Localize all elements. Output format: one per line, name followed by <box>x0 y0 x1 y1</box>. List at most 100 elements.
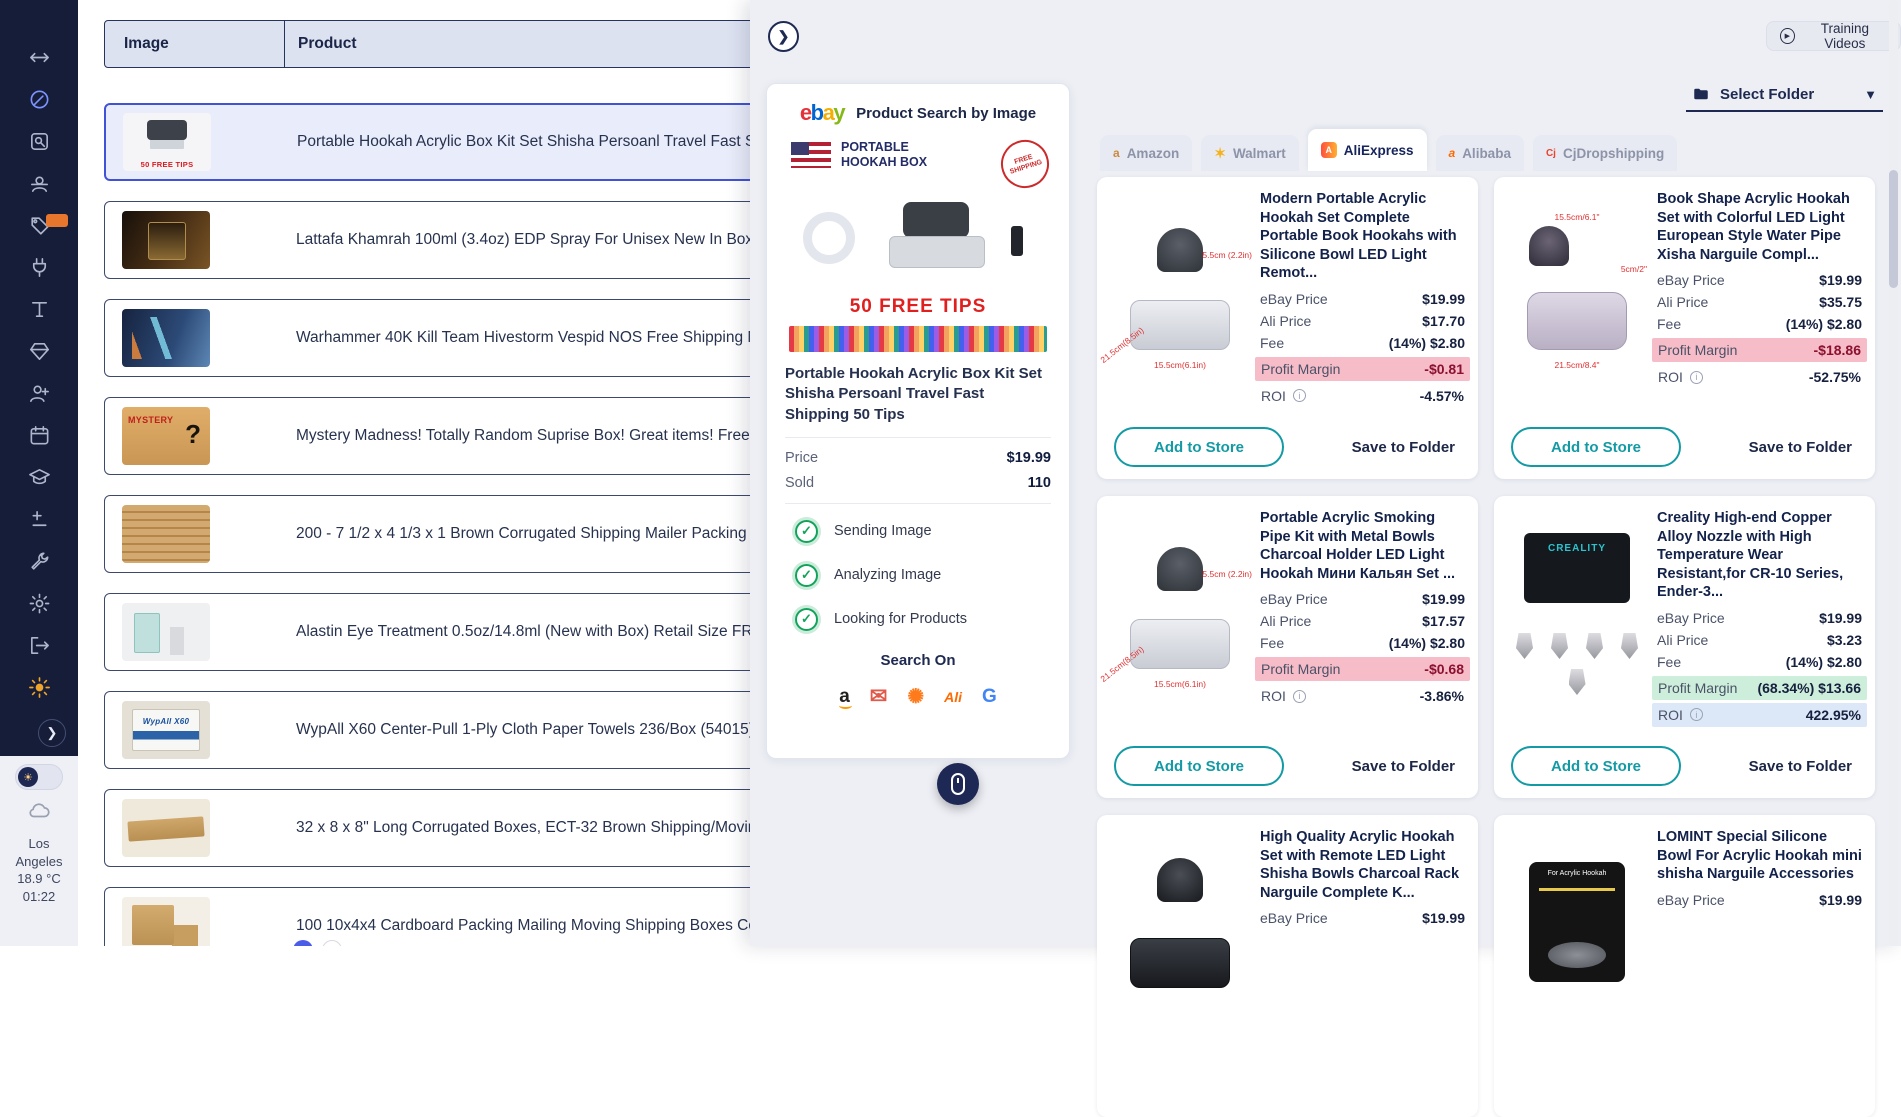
product-title: Warhammer 40K Kill Team Hivestorm Vespid… <box>296 329 750 346</box>
image-search-icon[interactable] <box>24 126 54 156</box>
alibaba-icon[interactable]: Ali <box>944 685 962 709</box>
training-videos-button[interactable]: ▶ Training Videos <box>1766 21 1901 51</box>
fee-label: Fee <box>1260 635 1285 652</box>
table-row[interactable]: 32 x 8 x 8" Long Corrugated Boxes, ECT-3… <box>104 789 750 867</box>
profit-calculator-icon[interactable] <box>24 504 54 534</box>
academy-icon[interactable] <box>24 462 54 492</box>
save-to-folder-button[interactable]: Save to Folder <box>1352 439 1455 456</box>
info-icon[interactable]: i <box>1689 708 1703 722</box>
info-icon[interactable]: i <box>1292 389 1306 403</box>
weather-city: Los Angeles <box>15 836 63 869</box>
info-icon[interactable]: i <box>1292 689 1306 703</box>
scroll-mouse-button[interactable] <box>937 763 979 805</box>
profit-margin-value: -$18.86 <box>1813 342 1861 359</box>
us-flag <box>791 142 831 168</box>
searched-product-image: PORTABLE HOOKAH BOX FREE SHIPPING 50 FRE… <box>785 133 1056 352</box>
web-search-icon[interactable]: ◎ <box>293 940 313 946</box>
amazon-icon[interactable]: a <box>839 685 852 709</box>
mouse-icon <box>951 773 965 795</box>
select-folder-label: Select Folder <box>1720 85 1815 103</box>
amazon-icon[interactable]: a <box>322 940 342 946</box>
scrollbar-thumb[interactable] <box>1889 170 1898 288</box>
title-builder-icon[interactable] <box>24 294 54 324</box>
thumbnail-text: WypAll X60 <box>142 717 190 726</box>
ebay-price-row: eBay Price $19.99 <box>1657 889 1862 911</box>
sidebar-expand-chevron-icon[interactable]: ❯ <box>38 719 66 747</box>
profile-add-icon[interactable] <box>24 378 54 408</box>
table-row[interactable]: Alastin Eye Treatment 0.5oz/14.8ml (New … <box>104 593 750 671</box>
google-icon[interactable]: G <box>982 685 997 709</box>
pen-logo-icon[interactable] <box>24 84 54 114</box>
check-icon: ✓ <box>795 563 818 587</box>
table-row[interactable]: 200 - 7 1/2 x 4 1/3 x 1 Brown Corrugated… <box>104 495 750 573</box>
table-rows: 50 FREE TIPS Portable Hookah Acrylic Box… <box>104 103 750 946</box>
ebay-price-value: $19.99 <box>1819 272 1862 289</box>
add-to-store-button[interactable]: Add to Store <box>1114 427 1284 467</box>
logout-icon[interactable] <box>24 630 54 660</box>
image-big-text: 50 FREE TIPS <box>849 296 987 317</box>
table-row[interactable]: MYSTERY Mystery Madness! Totally Random … <box>104 397 750 475</box>
walmart-icon: ✶ <box>1214 144 1226 161</box>
check-icon: ✓ <box>795 607 818 631</box>
save-to-folder-button[interactable]: Save to Folder <box>1352 758 1455 775</box>
folder-icon <box>1694 88 1708 100</box>
info-icon[interactable]: i <box>1689 370 1703 384</box>
step-looking-for-products: ✓ Looking for Products <box>795 607 1051 631</box>
row-marketplace-icons: ◎ a <box>293 940 342 946</box>
theme-toggle[interactable]: ☀ <box>15 764 63 790</box>
ebay-price-value: $19.99 <box>1422 290 1465 307</box>
product-title: Lattafa Khamrah 100ml (3.4oz) EDP Spray … <box>296 231 750 248</box>
step-label: Looking for Products <box>834 611 967 628</box>
table-row[interactable]: WypAll X60 WypAll X60 Center-Pull 1-Ply … <box>104 691 750 769</box>
tools-icon[interactable] <box>24 546 54 576</box>
ali-price-label: Ali Price <box>1657 631 1709 648</box>
tab-alibaba[interactable]: a Alibaba <box>1435 135 1524 171</box>
tab-label: CjDropshipping <box>1562 145 1665 161</box>
table-row[interactable]: 100 10x4x4 Cardboard Packing Mailing Mov… <box>104 887 750 946</box>
sidebar-bottom: ☀ Los Angeles 18.9 °C 01:22 <box>0 756 78 946</box>
add-to-store-button[interactable]: Add to Store <box>1511 746 1681 786</box>
select-folder-dropdown[interactable]: Select Folder ▼ <box>1686 78 1883 112</box>
chevron-down-icon: ▼ <box>1864 86 1877 102</box>
connector-icon[interactable] <box>24 252 54 282</box>
calendar-icon[interactable] <box>24 420 54 450</box>
aliexpress-icon[interactable]: ✺ <box>907 685 924 709</box>
ebay-price-label: eBay Price <box>1260 290 1328 307</box>
panel-header: ebay Product Search by Image <box>785 100 1051 126</box>
add-to-store-button[interactable]: Add to Store <box>1114 746 1284 786</box>
settings-gear-icon[interactable] <box>24 588 54 618</box>
fee-label: Fee <box>1657 653 1682 670</box>
ali-price-row: Ali Price $35.75 <box>1657 291 1862 313</box>
product-thumbnail <box>122 799 210 857</box>
ebay-price-label: eBay Price <box>1260 910 1328 927</box>
fee-label: Fee <box>1657 316 1682 333</box>
table-row[interactable]: 50 FREE TIPS Portable Hookah Acrylic Box… <box>104 103 750 181</box>
tab-aliexpress[interactable]: A AliExpress <box>1307 129 1427 171</box>
table-row[interactable]: Warhammer 40K Kill Team Hivestorm Vespid… <box>104 299 750 377</box>
tab-amazon[interactable]: a Amazon <box>1100 135 1193 171</box>
result-title: Creality High-end Copper Alloy Nozzle wi… <box>1657 510 1844 601</box>
save-to-folder-button[interactable]: Save to Folder <box>1749 758 1852 775</box>
step-label: Sending Image <box>834 523 932 540</box>
mail-icon[interactable]: ✉ <box>870 685 888 709</box>
save-to-folder-button[interactable]: Save to Folder <box>1749 439 1852 456</box>
profit-margin-row: Profit Margin -$0.81 <box>1255 356 1470 381</box>
width-measure-icon[interactable] <box>24 42 54 72</box>
fee-value: (14%) $2.80 <box>1785 316 1862 333</box>
add-to-store-button[interactable]: Add to Store <box>1511 427 1681 467</box>
product-table: Image Product 50 FREE TIPS Portable Hook… <box>78 0 750 946</box>
tab-walmart[interactable]: ✶ Walmart <box>1201 135 1299 171</box>
gems-icon[interactable] <box>24 336 54 366</box>
roi-row: ROI i -3.86% <box>1255 684 1470 708</box>
weather-temp: 18.9 °C <box>17 871 61 887</box>
tab-cjdropshipping[interactable]: Cj CjDropshipping <box>1532 135 1678 171</box>
result-title: Book Shape Acrylic Hookah Set with Color… <box>1657 191 1850 263</box>
ebay-price-row: eBay Price $19.99 <box>1260 907 1465 929</box>
column-header-product: Product <box>284 21 750 67</box>
sun-icon[interactable] <box>24 672 54 702</box>
box-label: For Acrylic Hookah <box>1547 870 1607 877</box>
dimension-label: 5cm/2" <box>1620 264 1647 274</box>
table-row[interactable]: Lattafa Khamrah 100ml (3.4oz) EDP Spray … <box>104 201 750 279</box>
privacy-mask-icon[interactable] <box>24 168 54 198</box>
panel-collapse-chevron-icon[interactable]: ❯ <box>768 21 799 52</box>
